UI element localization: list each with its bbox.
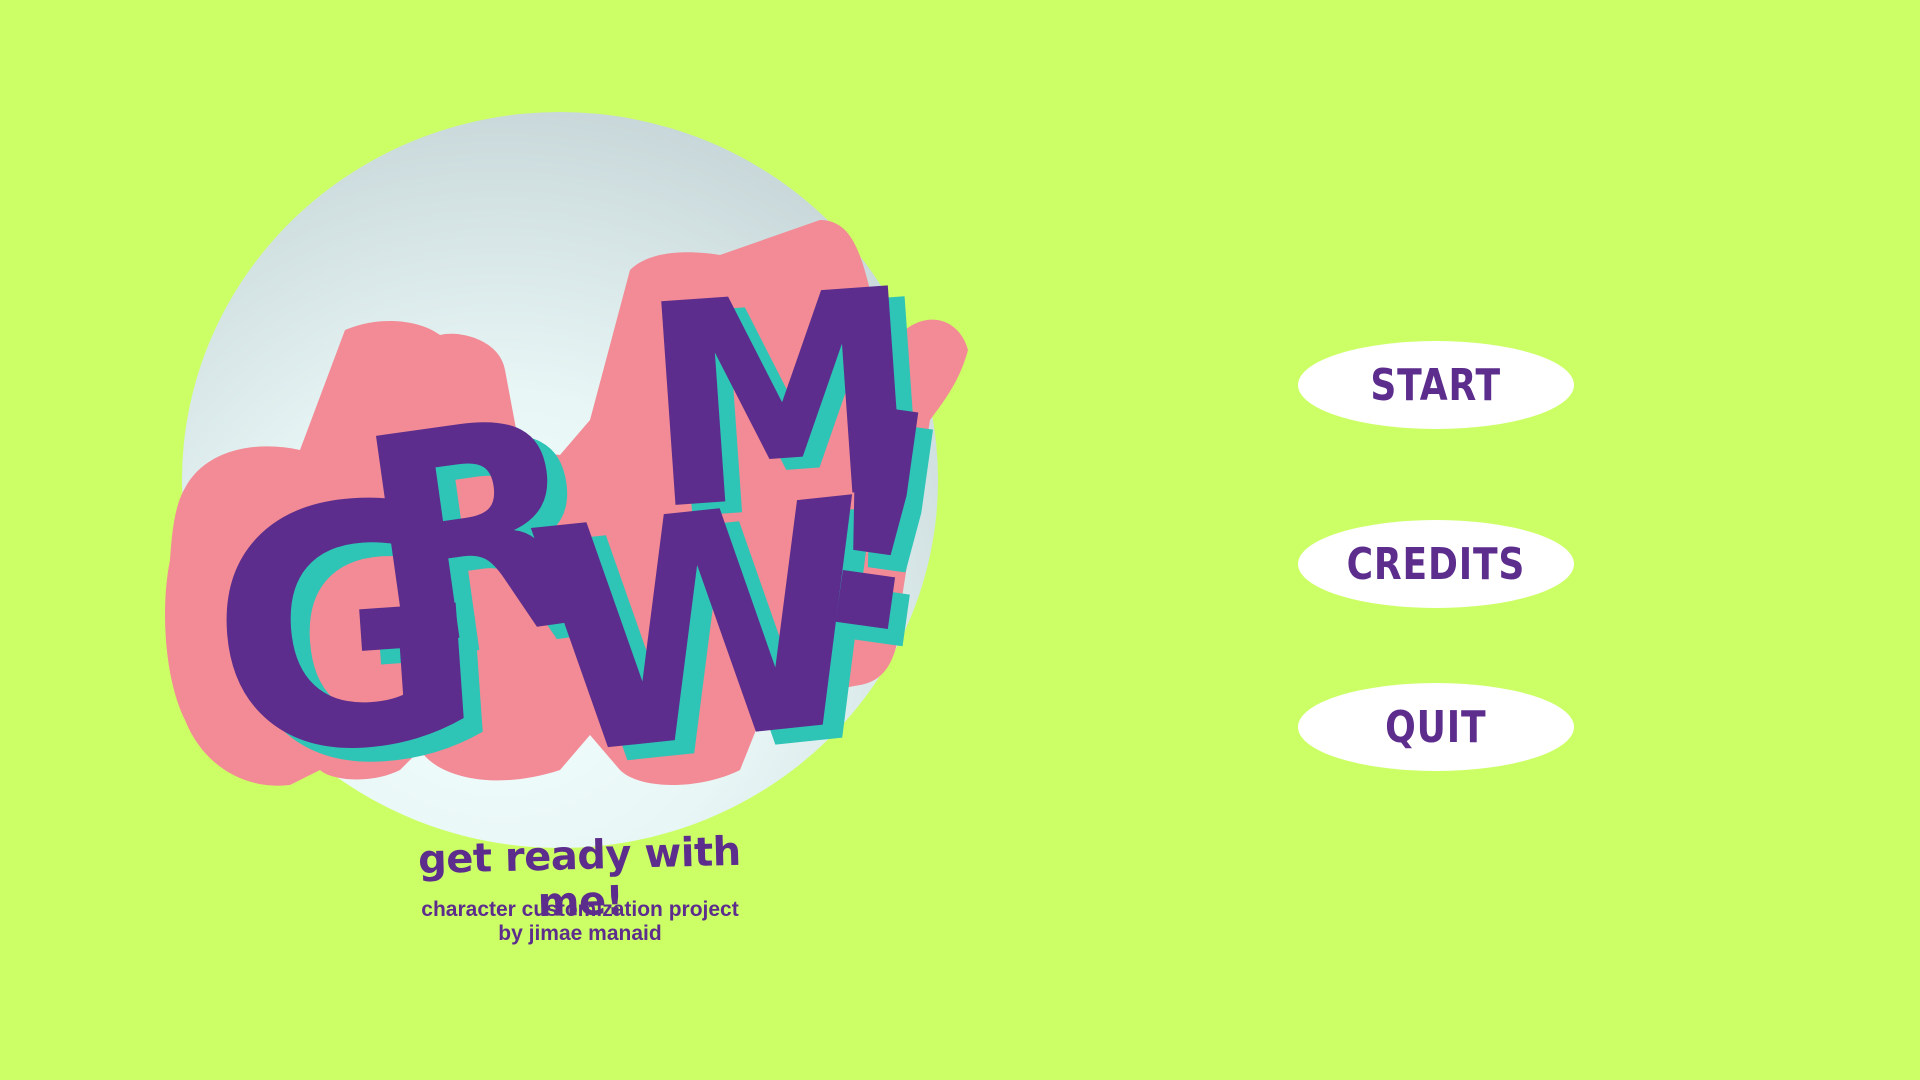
credits-button-label: CREDITS bbox=[1346, 538, 1526, 590]
start-button[interactable]: START bbox=[1298, 341, 1574, 429]
credits-button[interactable]: CREDITS bbox=[1298, 520, 1574, 608]
quit-button[interactable]: QUIT bbox=[1298, 683, 1574, 771]
quit-button-label: QUIT bbox=[1385, 701, 1487, 753]
title-screen: G R W M ! G R W M ! get ready with me! c… bbox=[0, 0, 1920, 1080]
credit-project-line: character customization project bbox=[421, 898, 739, 921]
start-button-label: START bbox=[1370, 359, 1502, 411]
credit-author-line: by jimae manaid bbox=[498, 922, 662, 945]
